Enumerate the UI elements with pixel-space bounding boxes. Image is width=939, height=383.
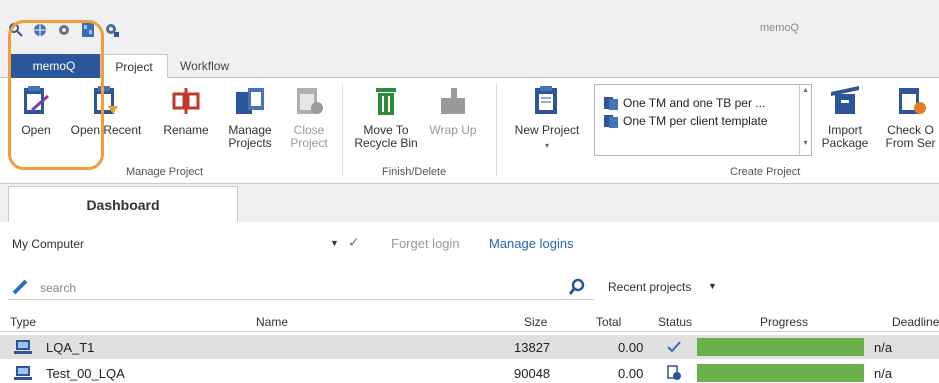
column-header-name[interactable]: Name xyxy=(256,315,288,329)
rename-label: Rename xyxy=(163,123,209,137)
project-size: 13827 xyxy=(514,340,551,355)
import-package-label: Import Package xyxy=(821,123,869,150)
project-deadline: n/a xyxy=(874,340,893,355)
chevron-down-icon[interactable]: ▼ xyxy=(330,238,339,248)
template-label: One TM per client template xyxy=(623,114,768,128)
project-total: 0.00 xyxy=(618,340,644,355)
clipboard-new-icon xyxy=(535,86,557,114)
move-to-recycle-bin-label: Move To Recycle Bin xyxy=(354,123,418,150)
move-to-recycle-bin-button[interactable]: Move To Recycle Bin xyxy=(350,84,422,150)
wrap-up-label: Wrap Up xyxy=(429,123,477,137)
group-label-manage-project: Manage Project xyxy=(126,166,204,178)
search-input[interactable] xyxy=(8,276,594,300)
project-deadline: n/a xyxy=(874,366,893,381)
check-icon[interactable]: ✓ xyxy=(348,234,360,251)
table-header: Type Name Size Total Status Progress Dea… xyxy=(0,312,939,332)
clipboard-checkout-icon xyxy=(898,88,926,114)
progress-bar xyxy=(697,338,864,356)
computer-icon xyxy=(14,340,32,354)
rename-button[interactable]: Rename xyxy=(156,84,216,137)
pen-icon xyxy=(12,279,28,295)
template-scrollbar[interactable]: ▴ ▾ xyxy=(799,85,811,155)
project-total: 0.00 xyxy=(618,366,644,381)
progress-bar xyxy=(697,364,864,382)
template-label: One TM and one TB per ... xyxy=(623,96,766,110)
tab-workflow[interactable]: Workflow xyxy=(180,54,229,78)
template-item[interactable]: One TM per client template xyxy=(603,113,768,129)
chevron-down-icon[interactable]: ▼ xyxy=(708,281,717,291)
chevron-up-icon[interactable]: ▴ xyxy=(800,85,811,94)
tab-project[interactable]: Project xyxy=(100,54,168,79)
template-icon xyxy=(604,115,618,128)
template-list[interactable]: One TM and one TB per ... One TM per cli… xyxy=(594,84,812,156)
ribbon-separator xyxy=(496,84,497,176)
quick-access-bar: memoQ xyxy=(0,0,939,52)
gear-user-icon[interactable] xyxy=(104,22,120,38)
column-header-total[interactable]: Total xyxy=(596,315,621,329)
computer-icon xyxy=(14,366,32,380)
manage-logins-link[interactable]: Manage logins xyxy=(489,236,574,251)
project-name: LQA_T1 xyxy=(46,340,95,355)
column-header-type[interactable]: Type xyxy=(10,315,36,329)
group-label-create-project: Create Project xyxy=(730,166,801,178)
search-placeholder: search xyxy=(40,281,77,295)
archive-icon xyxy=(441,88,465,114)
check-shield-icon xyxy=(667,341,681,353)
rename-icon xyxy=(172,88,200,114)
table-row[interactable]: Test_00_LQA 90048 0.00 n/a xyxy=(0,361,939,383)
ribbon-separator xyxy=(342,84,343,176)
group-label-finish-delete: Finish/Delete xyxy=(382,166,447,178)
column-header-deadline[interactable]: Deadline xyxy=(892,315,939,329)
computer-select[interactable]: My Computer xyxy=(8,232,343,256)
check-out-button[interactable]: Check O From Ser xyxy=(882,84,939,150)
search-icon[interactable] xyxy=(568,278,586,296)
tab-dashboard[interactable]: Dashboard xyxy=(8,186,238,222)
forget-login-link[interactable]: Forget login xyxy=(391,236,460,251)
close-project-label: Close Project xyxy=(290,123,328,150)
manage-projects-button[interactable]: Manage Projects xyxy=(222,84,278,150)
document-clock-icon xyxy=(667,365,681,380)
clipboard-close-icon xyxy=(297,88,323,114)
check-out-label: Check O From Ser xyxy=(885,123,936,150)
new-project-button[interactable]: New Project ▾ xyxy=(508,84,586,152)
template-item[interactable]: One TM and one TB per ... xyxy=(603,95,765,111)
column-header-progress[interactable]: Progress xyxy=(760,315,808,329)
column-header-status[interactable]: Status xyxy=(658,315,692,329)
app-title: memoQ xyxy=(760,22,800,34)
template-icon xyxy=(604,97,618,110)
new-project-dropdown-arrow[interactable]: ▾ xyxy=(508,139,586,152)
chevron-down-icon[interactable]: ▾ xyxy=(800,138,811,147)
highlight-annotation xyxy=(8,20,104,170)
close-project-button[interactable]: Close Project xyxy=(284,84,334,150)
ribbon: Open Open Recent Rename Manage Projects … xyxy=(0,78,939,184)
import-package-button[interactable]: Import Package xyxy=(816,84,874,150)
trash-icon xyxy=(376,88,396,115)
table-row[interactable]: LQA_T1 13827 0.00 n/a xyxy=(0,335,939,359)
column-header-size[interactable]: Size xyxy=(524,315,547,329)
project-size: 90048 xyxy=(514,366,551,381)
project-name: Test_00_LQA xyxy=(46,366,125,381)
recent-projects-filter[interactable]: Recent projects xyxy=(608,280,691,294)
new-project-label: New Project xyxy=(514,123,580,137)
package-import-icon xyxy=(831,86,859,114)
clipboard-stack-icon xyxy=(236,88,264,114)
manage-projects-label: Manage Projects xyxy=(228,123,272,150)
wrap-up-button[interactable]: Wrap Up xyxy=(428,84,478,137)
